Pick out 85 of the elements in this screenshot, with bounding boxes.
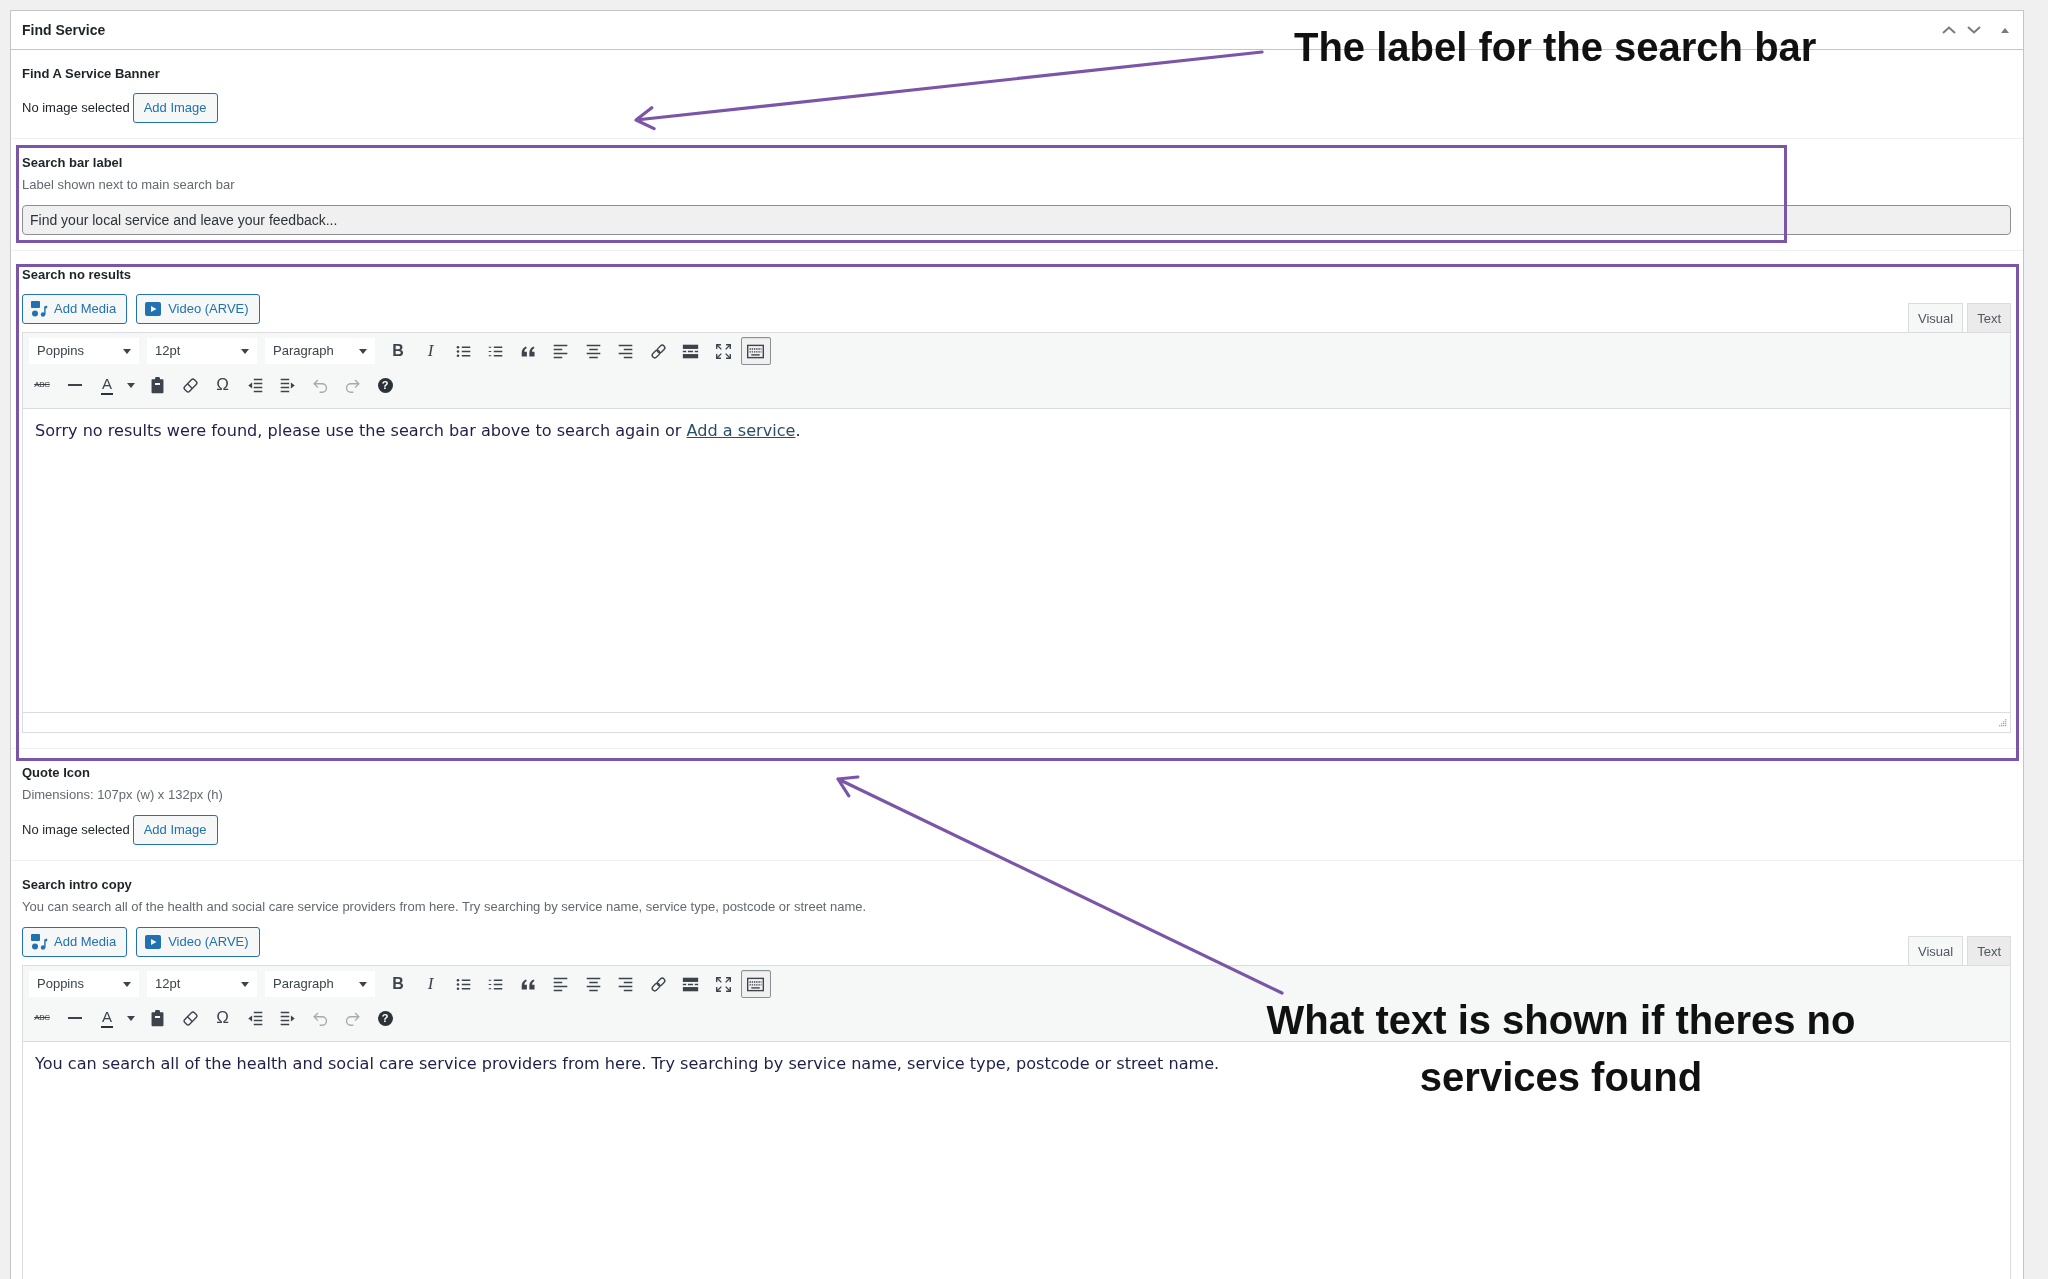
field-description: Dimensions: 107px (w) x 132px (h)	[22, 786, 224, 804]
field-description: You can search all of the health and social care service providers from here. Try searching by service name, service type, postcode or street name.	[22, 898, 868, 916]
outdent-icon	[246, 1009, 264, 1027]
link-icon	[649, 342, 667, 360]
media-icon	[30, 933, 48, 951]
italic-button[interactable]: I	[415, 337, 446, 365]
help-button[interactable]: ?	[377, 1010, 393, 1026]
editor-link[interactable]: Add a service	[686, 421, 796, 440]
media-icon	[30, 300, 48, 318]
resize-handle-icon	[1998, 718, 2007, 727]
field-label: Search intro copy	[22, 876, 133, 894]
strikethrough-button[interactable]: ABC	[27, 1004, 57, 1032]
font-size-select[interactable]: 12pt	[147, 338, 257, 364]
caret-icon	[241, 981, 249, 987]
text-color-button[interactable]: A	[92, 1004, 122, 1032]
add-media-button[interactable]: Add Media	[22, 927, 128, 957]
clipboard-icon	[149, 376, 166, 394]
editor-tab[interactable]: Text	[1967, 303, 2011, 332]
link-icon	[649, 975, 667, 993]
chevron-up-icon	[1941, 26, 1956, 34]
chevron-down-icon	[1966, 26, 1981, 34]
keyboard-button[interactable]	[740, 337, 771, 365]
bold-button[interactable]: B	[383, 970, 413, 998]
field-label: Find A Service Banner	[22, 65, 161, 83]
editor-tab[interactable]: Visual	[1907, 303, 1964, 332]
triangle-up-icon	[2001, 27, 2009, 33]
strikethrough-button[interactable]: ABC	[27, 371, 57, 399]
panel-title: Find Service	[22, 21, 106, 39]
read-more-icon	[682, 342, 699, 360]
caret-icon	[359, 348, 367, 354]
fullscreen-icon	[714, 975, 732, 993]
keyboard-icon	[747, 342, 764, 360]
annotation-text: The label for the search bar	[1294, 24, 1818, 71]
bold-button[interactable]: B	[383, 337, 413, 365]
add-image-button[interactable]: Add Image	[132, 815, 218, 845]
caret-icon	[123, 981, 131, 987]
editor-tab[interactable]: Text	[1967, 936, 2011, 965]
video-icon	[144, 933, 163, 951]
field-label: Quote Icon	[22, 764, 91, 782]
block-format-select[interactable]: Paragraph	[265, 971, 375, 997]
text-input[interactable]: Find your local service and leave your feedback...	[22, 205, 2011, 235]
align-center-icon	[584, 342, 602, 360]
caret-icon	[241, 348, 249, 354]
add-media-button[interactable]: Add Media	[22, 294, 128, 324]
read-more-icon	[682, 975, 699, 993]
field-label: Search no results	[22, 266, 133, 284]
horizontal-line-icon	[67, 384, 82, 386]
indent-icon	[279, 376, 296, 394]
caret-icon	[123, 348, 131, 354]
clipboard-icon	[149, 1009, 166, 1027]
video-button[interactable]: Video (ARVE)	[136, 927, 260, 957]
image-status-text: No image selected	[22, 98, 130, 117]
keyboard-button[interactable]	[740, 970, 771, 998]
caret-icon	[127, 1015, 135, 1021]
special-character-button[interactable]: Ω	[207, 371, 238, 399]
caret-icon	[127, 382, 135, 388]
video-icon	[144, 300, 163, 318]
add-image-button[interactable]: Add Image	[132, 93, 218, 123]
fullscreen-icon	[714, 342, 732, 360]
align-left-icon	[552, 975, 569, 993]
align-left-icon	[552, 342, 569, 360]
editor-paragraph: Sorry no results were found, please use the search bar above to search again or Add a service.	[35, 420, 802, 442]
field-description: Label shown next to main search bar	[22, 176, 236, 194]
special-character-button[interactable]: Ω	[207, 1004, 238, 1032]
text-color-button[interactable]: A	[92, 371, 122, 399]
editor-tab[interactable]: Visual	[1907, 936, 1964, 965]
outdent-icon	[246, 376, 264, 394]
italic-button[interactable]: I	[415, 970, 446, 998]
align-right-icon	[617, 342, 634, 360]
font-family-select[interactable]: Poppins	[29, 338, 139, 364]
caret-icon	[359, 981, 367, 987]
font-size-select[interactable]: 12pt	[147, 971, 257, 997]
help-button[interactable]: ?	[377, 377, 393, 393]
horizontal-line-icon	[67, 1017, 82, 1019]
eraser-icon	[181, 376, 199, 394]
align-right-icon	[617, 975, 634, 993]
indent-icon	[279, 1009, 296, 1027]
field-label: Search bar label	[22, 154, 124, 172]
align-center-icon	[584, 975, 602, 993]
keyboard-icon	[747, 975, 764, 993]
eraser-icon	[181, 1009, 199, 1027]
font-family-select[interactable]: Poppins	[29, 971, 139, 997]
image-status-text: No image selected	[22, 820, 130, 839]
block-format-select[interactable]: Paragraph	[265, 338, 375, 364]
video-button[interactable]: Video (ARVE)	[136, 294, 260, 324]
